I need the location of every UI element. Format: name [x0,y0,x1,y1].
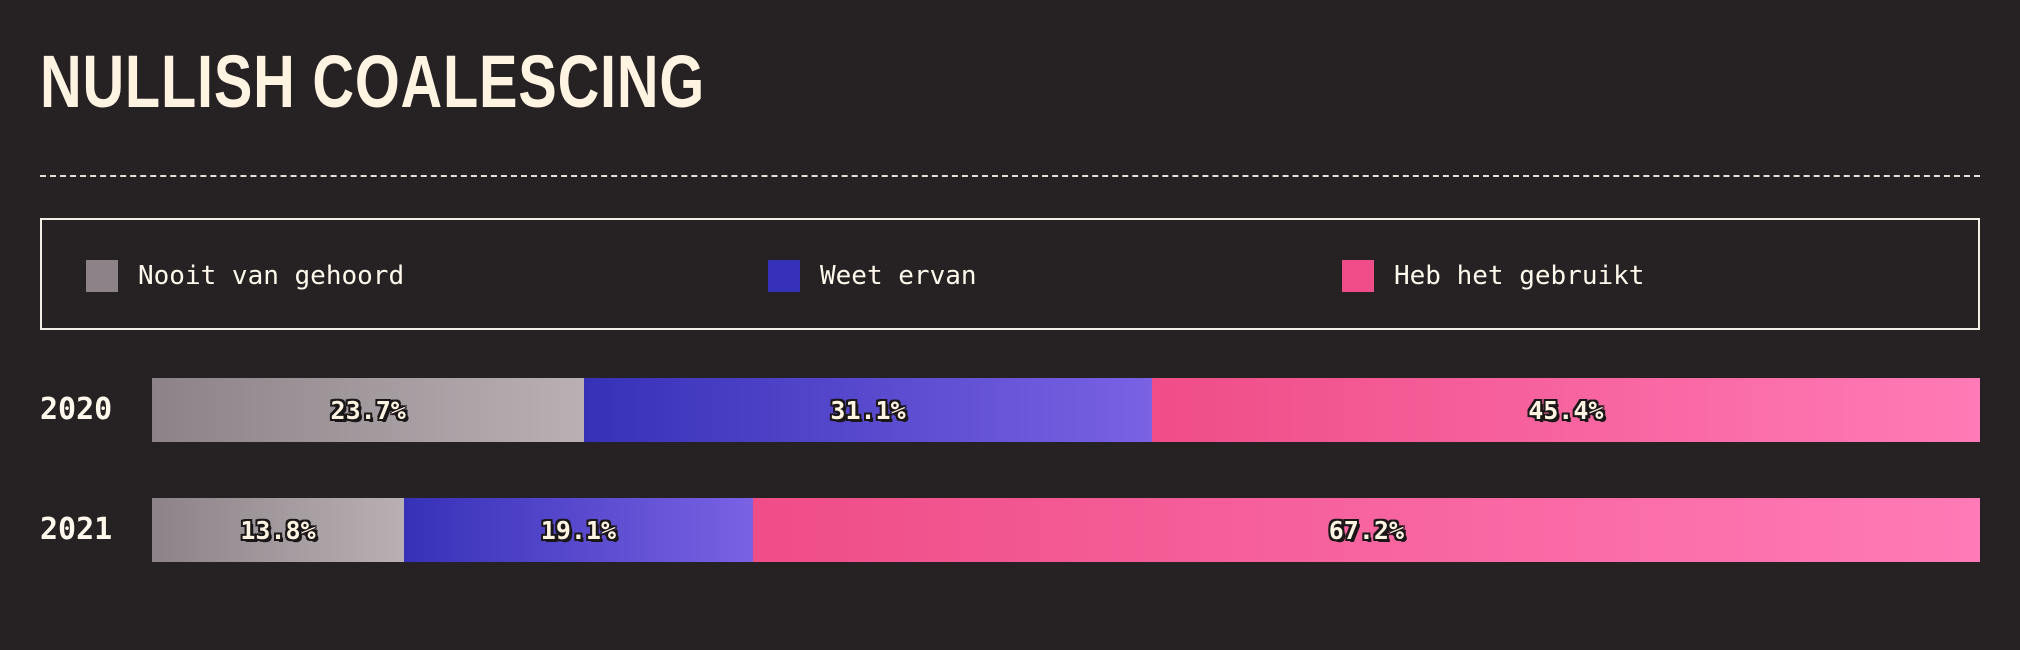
bar-segment-used: 67.2% [752,498,1980,562]
bar-row-2021: 2021 13.8% 19.1% 67.2% [40,498,1980,562]
bar-value-label: 45.4% [1528,395,1604,425]
bar-segment-never-heard: 23.7% [152,378,585,442]
bar-value-label: 13.8% [240,515,316,545]
bar-segment-never-heard: 13.8% [152,498,404,562]
bar-segment-used: 45.4% [1151,378,1980,442]
year-label: 2020 [40,392,113,427]
legend: Nooit van gehoord Weet ervan Heb het geb… [40,218,1980,330]
legend-swatch-used [1342,260,1374,292]
bar-row-2020: 2020 23.7% 31.1% 45.4% [40,378,1980,442]
legend-label-never-heard: Nooit van gehoord [138,261,405,291]
bar-value-label: 67.2% [1328,515,1405,545]
chart-title: NULLISH COALESCING [40,40,705,123]
bar-value-label: 23.7% [330,395,406,425]
bar-segment-know-about: 31.1% [584,378,1152,442]
dashed-divider [40,175,1980,177]
year-label: 2021 [40,512,113,547]
legend-label-know-about: Weet ervan [820,261,977,291]
stacked-bar: 13.8% 19.1% 67.2% [152,498,1980,562]
legend-label-used: Heb het gebruikt [1394,261,1645,291]
legend-swatch-never-heard [86,260,118,292]
stacked-bar: 23.7% 31.1% 45.4% [152,378,1980,442]
legend-item-know-about[interactable]: Weet ervan [768,260,977,292]
legend-item-used[interactable]: Heb het gebruikt [1342,260,1644,292]
legend-swatch-know-about [768,260,800,292]
bar-value-label: 19.1% [540,515,617,545]
bar-segment-know-about: 19.1% [404,498,753,562]
bar-value-label: 31.1% [830,395,906,425]
legend-item-never-heard[interactable]: Nooit van gehoord [86,260,404,292]
